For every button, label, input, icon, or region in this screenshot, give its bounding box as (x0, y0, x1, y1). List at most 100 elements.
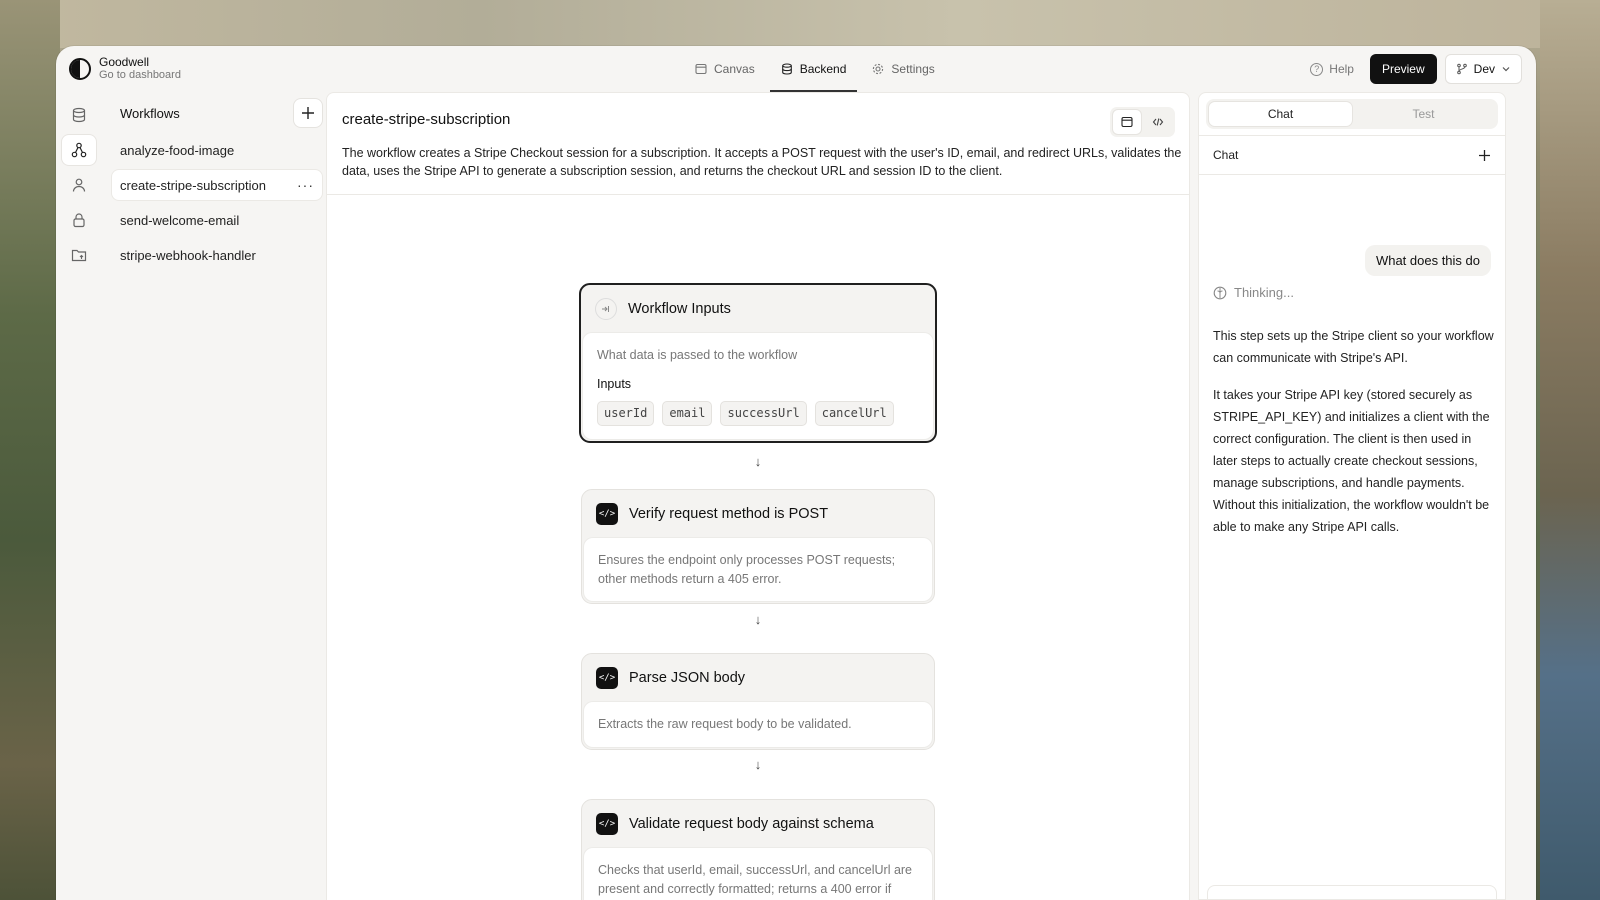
rail-storage[interactable] (62, 240, 96, 270)
workflow-item-stripe-webhook-handler[interactable]: stripe-webhook-handler (112, 240, 322, 270)
rail-database[interactable] (62, 100, 96, 130)
tab-settings[interactable]: Settings (861, 46, 945, 92)
input-chip: userId (597, 401, 655, 426)
top-bar: Goodwell Go to dashboard Canvas Backend (56, 46, 1536, 92)
code-icon: </> (596, 667, 618, 689)
background-landscape-right (1540, 0, 1600, 900)
workflow-header: create-stripe-subscription The workflow … (327, 93, 1189, 195)
code-icon (1152, 118, 1164, 126)
input-chips: userId email successUrl cancelUrl (597, 401, 919, 426)
app-window: Goodwell Go to dashboard Canvas Backend (56, 46, 1536, 900)
rail-security[interactable] (62, 205, 96, 235)
step-card-header: </> Validate request body against schema (582, 800, 934, 848)
chevron-down-icon (1501, 64, 1511, 74)
brand-name: Goodwell (99, 55, 150, 69)
assistant-paragraph: This step sets up the Stripe client so y… (1213, 329, 1494, 365)
step-card-validate-schema[interactable]: </> Validate request body against schema… (581, 799, 935, 900)
chat-input-area[interactable] (1207, 885, 1497, 899)
inputs-label: Inputs (597, 376, 632, 391)
code-icon: </> (596, 813, 618, 835)
step-card-parse-json[interactable]: </> Parse JSON body Extracts the raw req… (581, 653, 935, 750)
step-description: Ensures the endpoint only processes POST… (598, 553, 896, 586)
step-card-workflow-inputs[interactable]: Workflow Inputs What data is passed to t… (579, 283, 937, 443)
tab-label: Settings (891, 62, 935, 76)
workflows-panel: Workflows analyze-food-image create-stri… (112, 98, 322, 270)
step-card-header: </> Parse JSON body (582, 654, 934, 702)
environment-dropdown[interactable]: Dev (1444, 54, 1522, 84)
tab-test[interactable]: Test (1352, 102, 1495, 126)
step-title: Workflow Inputs (628, 301, 731, 317)
step-card-body: Extracts the raw request body to be vali… (584, 702, 932, 747)
rail-users[interactable] (62, 170, 96, 200)
workflow-item-label: stripe-webhook-handler (120, 247, 256, 263)
visual-view-button[interactable] (1113, 110, 1141, 134)
workflow-item-create-stripe-subscription[interactable]: create-stripe-subscription ··· (112, 170, 322, 200)
branch-icon (1456, 63, 1468, 75)
workflow-item-label: create-stripe-subscription (120, 177, 266, 193)
step-description: Extracts the raw request body to be vali… (598, 717, 852, 731)
user-message: What does this do (1364, 245, 1491, 276)
arrow-down-icon: ↓ (754, 454, 762, 469)
step-title: Parse JSON body (629, 670, 746, 686)
step-card-header: </> Verify request method is POST (582, 490, 934, 538)
assistant-paragraph: It takes your Stripe API key (stored sec… (1213, 388, 1490, 534)
workflow-item-label: analyze-food-image (120, 142, 235, 158)
canvas-icon (695, 63, 707, 75)
tab-label: Backend (799, 62, 847, 76)
plus-icon (1479, 149, 1490, 161)
chat-panel: Chat Test Chat What does this do Thinkin… (1198, 92, 1506, 900)
brain-icon (1213, 286, 1227, 300)
add-workflow-button[interactable] (294, 99, 322, 127)
layout-icon (1121, 116, 1133, 128)
tab-label: Canvas (714, 62, 755, 76)
arrow-down-icon: ↓ (754, 757, 762, 772)
view-toggle (1110, 107, 1175, 137)
input-chip: cancelUrl (814, 401, 894, 426)
plus-icon (302, 107, 314, 119)
top-actions: ? Help Preview Dev (1302, 54, 1522, 84)
preview-button[interactable]: Preview (1369, 54, 1437, 84)
help-label: Help (1329, 62, 1354, 76)
step-description: Checks that userId, email, successUrl, a… (598, 863, 913, 896)
tab-backend[interactable]: Backend (769, 46, 858, 92)
help-button[interactable]: ? Help (1302, 62, 1362, 76)
arrow-down-icon: ↓ (754, 612, 762, 627)
database-icon (781, 63, 793, 75)
tab-canvas[interactable]: Canvas (684, 46, 766, 92)
chat-mode-tabs: Chat Test (1206, 99, 1498, 129)
workflow-title: create-stripe-subscription (342, 111, 511, 128)
thinking-indicator[interactable]: Thinking... (1213, 285, 1294, 300)
icon-rail (62, 100, 100, 270)
step-card-body: Checks that userId, email, successUrl, a… (584, 848, 932, 900)
background-landscape-top (0, 0, 1600, 48)
workflow-editor: create-stripe-subscription The workflow … (326, 92, 1190, 900)
new-chat-button[interactable] (1478, 149, 1491, 162)
workflow-item-label: send-welcome-email (120, 212, 240, 228)
thinking-label: Thinking... (1234, 285, 1294, 300)
brand-logo-icon (69, 58, 91, 80)
assistant-message: This step sets up the Stripe client so y… (1213, 325, 1495, 553)
chat-header: Chat (1199, 135, 1505, 175)
folder-upload-icon (71, 247, 87, 263)
brand[interactable]: Goodwell Go to dashboard (69, 56, 181, 82)
environment-label: Dev (1473, 62, 1495, 76)
workflow-icon (71, 142, 87, 158)
step-title: Validate request body against schema (629, 816, 874, 832)
more-options-icon[interactable]: ··· (297, 177, 314, 193)
code-view-button[interactable] (1144, 110, 1172, 134)
step-card-verify-method[interactable]: </> Verify request method is POST Ensure… (581, 489, 935, 604)
tab-chat[interactable]: Chat (1209, 102, 1352, 126)
background-landscape-left (0, 0, 60, 900)
dashboard-link[interactable]: Go to dashboard (99, 69, 181, 82)
step-card-body: What data is passed to the workflow Inpu… (583, 333, 933, 439)
workflows-title: Workflows (120, 105, 180, 121)
user-icon (71, 177, 87, 193)
lock-icon (71, 212, 87, 228)
code-icon: </> (596, 503, 618, 525)
workflow-item-send-welcome-email[interactable]: send-welcome-email (112, 205, 322, 235)
rail-workflows[interactable] (62, 135, 96, 165)
workflow-item-analyze-food-image[interactable]: analyze-food-image (112, 135, 322, 165)
database-icon (71, 107, 87, 123)
main-tabs: Canvas Backend Settings (684, 46, 946, 92)
chat-title: Chat (1213, 148, 1239, 162)
